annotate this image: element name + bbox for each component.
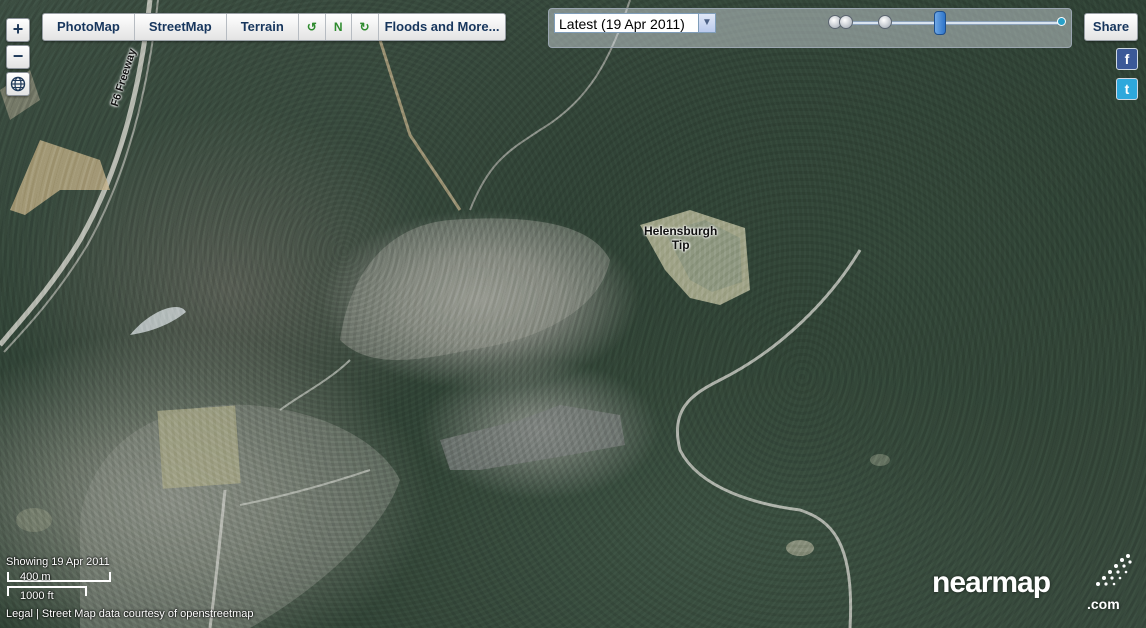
nearmap-logo-mark <box>1096 554 1132 586</box>
nearmap-logo[interactable]: nearmap <box>932 566 1051 600</box>
chevron-down-icon[interactable]: ▼ <box>698 14 715 32</box>
timeline-panel: Latest (19 Apr 2011) ▼ <box>548 8 1072 48</box>
scale-metric-label: 400 m <box>20 571 51 583</box>
north-icon: N <box>333 20 343 34</box>
facebook-icon[interactable]: f <box>1116 48 1138 70</box>
rotate-left-icon: ↺ <box>306 20 317 34</box>
helensburgh-tip-label: Helensburgh Tip <box>644 224 717 252</box>
rotate-right-icon: ↻ <box>359 20 370 34</box>
map-type-toolbar: PhotoMap StreetMap Terrain ↺ N ↻ Floods … <box>42 13 507 41</box>
timeline-marker[interactable] <box>878 15 892 29</box>
timeline-track[interactable] <box>831 21 1063 25</box>
legal-separator: | <box>35 608 39 620</box>
twitter-icon[interactable]: t <box>1116 78 1138 100</box>
floods-and-more-button[interactable]: Floods and More... <box>379 14 506 40</box>
plus-icon: + <box>12 19 24 39</box>
tip-label-line1: Helensburgh <box>644 224 718 238</box>
date-select[interactable]: Latest (19 Apr 2011) ▼ <box>554 13 716 33</box>
share-button[interactable]: Share <box>1084 13 1138 41</box>
timeline-end-marker[interactable] <box>1057 17 1066 26</box>
streetmap-button[interactable]: StreetMap <box>135 14 227 40</box>
terrain-button[interactable]: Terrain <box>227 14 299 40</box>
timeline-marker[interactable] <box>839 15 853 29</box>
rotate-right-button[interactable]: ↻ <box>352 14 379 40</box>
aerial-map[interactable]: F6 Freeway Helensburgh Tip <box>0 0 1146 628</box>
nearmap-logo-domain: .com <box>1087 596 1120 612</box>
globe-icon <box>10 76 26 92</box>
north-button[interactable]: N <box>326 14 352 40</box>
legal-link[interactable]: Legal <box>6 608 33 620</box>
timeline-slider-thumb[interactable] <box>934 11 947 35</box>
zoom-in-button[interactable]: + <box>6 18 30 42</box>
date-select-value: Latest (19 Apr 2011) <box>559 16 685 32</box>
attribution-link[interactable]: Street Map data courtesy of openstreetma… <box>42 608 254 620</box>
rotate-left-button[interactable]: ↺ <box>299 14 326 40</box>
photomap-button[interactable]: PhotoMap <box>43 14 135 40</box>
zoom-out-button[interactable]: − <box>6 45 30 69</box>
globe-button[interactable] <box>6 72 30 96</box>
minus-icon: − <box>12 46 24 66</box>
tip-label-line2: Tip <box>671 238 690 252</box>
legal-bar: Legal | Street Map data courtesy of open… <box>6 608 253 620</box>
map-features <box>0 0 890 628</box>
showing-date-text: Showing 19 Apr 2011 <box>6 556 110 568</box>
scale-imperial-label: 1000 ft <box>20 590 54 602</box>
